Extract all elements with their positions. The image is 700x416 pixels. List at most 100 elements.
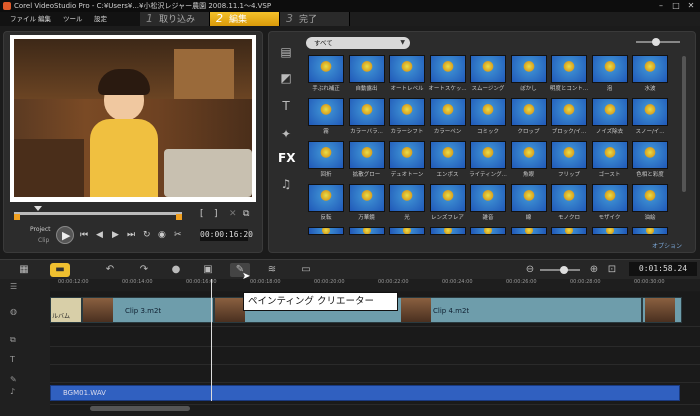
overlay-track-icon[interactable]: ⧉	[10, 335, 16, 345]
graphic-icon[interactable]: ✦	[278, 127, 294, 141]
filter-thumbnail[interactable]: 光	[389, 184, 425, 222]
audio-library-icon[interactable]: ♫	[278, 177, 294, 191]
filter-thumbnail[interactable]: 拡散グロー	[348, 141, 385, 179]
filter-thumbnail[interactable]: 明度とコント...	[550, 55, 588, 93]
filter-thumbnail[interactable]: デュオトーン	[389, 141, 425, 179]
video-preview[interactable]	[14, 39, 252, 197]
step-edit[interactable]: 2 編集	[210, 12, 280, 26]
home-icon[interactable]: ⏮	[80, 230, 88, 240]
filter-thumbnail[interactable]: レンズフレア	[429, 184, 466, 222]
preview-timecode[interactable]: 00:00:16:20	[200, 229, 253, 241]
filter-thumbnail[interactable]: 自動露出	[348, 55, 385, 93]
mark-out-icon[interactable]: ]	[214, 209, 218, 219]
options-link[interactable]: オプション	[652, 241, 682, 250]
filter-thumbnail[interactable]: 水波	[632, 55, 668, 93]
trim-start-handle[interactable]	[14, 214, 20, 220]
redo-icon[interactable]: ↷	[134, 263, 154, 277]
voice-track-icon[interactable]: ✎	[10, 375, 17, 384]
clip-mode-label[interactable]: Clip	[38, 237, 49, 244]
cut-icon[interactable]: ✕	[229, 209, 237, 219]
fit-project-icon[interactable]: ⊡	[602, 263, 622, 277]
filter-thumbnail[interactable]: ブロック/イ...	[551, 98, 587, 136]
zoom-in-icon[interactable]: ⊕	[584, 263, 604, 277]
filter-thumbnail[interactable]: 回折	[308, 141, 344, 179]
trim-end-handle[interactable]	[176, 214, 182, 220]
repeat-icon[interactable]: ↻	[143, 230, 151, 240]
filter-thumbnail[interactable]: カラーペン	[429, 98, 466, 136]
video-track-icon[interactable]: ◍	[10, 307, 17, 316]
fx-filter-icon[interactable]: FX	[278, 151, 295, 165]
filter-thumbnail[interactable]: カラーシフト	[389, 98, 425, 136]
media-icon[interactable]: ▤	[278, 45, 294, 59]
timeline-ruler[interactable]: 00:00:12:00 00:00:14:00 00:00:16:00 00:00:1…	[50, 279, 700, 291]
project-mode-label[interactable]: Project	[30, 226, 51, 233]
filter-thumbnail[interactable]: ライティング...	[469, 141, 507, 179]
maximize-button[interactable]: □	[669, 1, 683, 11]
split-clip-icon[interactable]: ✂	[174, 230, 182, 240]
filter-thumbnail[interactable]: 色相と彩度	[632, 141, 668, 179]
filter-thumbnail[interactable]: カラーバラ...	[348, 98, 385, 136]
menu-file[interactable]: ファイル	[10, 12, 36, 26]
menu-tools[interactable]: ツール	[63, 12, 83, 26]
audio-mixer-icon[interactable]: ≋	[262, 263, 282, 277]
mark-in-marker[interactable]	[34, 206, 42, 211]
filter-thumbnail[interactable]: 万華鏡	[348, 184, 385, 222]
enlarge-icon[interactable]: ⧉	[243, 209, 249, 219]
track-list-icon[interactable]: ☰	[10, 282, 17, 291]
volume-icon[interactable]: ◉	[158, 230, 166, 240]
thumbnail-size-slider[interactable]	[636, 38, 680, 46]
library-filter-select[interactable]: すべて ▼	[306, 37, 410, 49]
play-button[interactable]: ▶	[56, 226, 74, 244]
filter-thumbnail[interactable]: ゴースト	[591, 141, 628, 179]
filter-thumbnail[interactable]: 線	[510, 184, 547, 222]
track-manager-icon[interactable]: ▭	[296, 263, 316, 277]
filter-thumbnail[interactable]: 油絵	[632, 184, 668, 222]
close-button[interactable]: ✕	[684, 1, 698, 11]
filter-thumbnail[interactable]: 霧	[308, 98, 344, 136]
zoom-out-icon[interactable]: ⊖	[520, 263, 540, 277]
end-icon[interactable]: ⏭	[127, 230, 135, 240]
filter-thumbnail[interactable]: コミック	[470, 98, 506, 136]
playhead[interactable]	[211, 279, 212, 401]
filter-thumbnail[interactable]: エンボス	[429, 141, 466, 179]
previous-frame-icon[interactable]: ◀	[96, 230, 103, 240]
step-share[interactable]: 3 完了	[280, 12, 350, 26]
storyboard-view-icon[interactable]: ▦	[14, 263, 34, 277]
slider-knob[interactable]	[652, 38, 660, 46]
filter-thumbnail[interactable]: ぼかし	[510, 55, 547, 93]
filter-thumbnail[interactable]: 泡	[591, 55, 628, 93]
filter-thumbnail[interactable]: スムージング	[470, 55, 506, 93]
slider-knob[interactable]	[560, 266, 568, 274]
timeline-zoom-slider[interactable]	[540, 266, 580, 274]
undo-icon[interactable]: ↶	[100, 263, 120, 277]
title-track-icon[interactable]: T	[10, 355, 15, 364]
music-track-icon[interactable]: ♪	[10, 387, 15, 396]
record-capture-icon[interactable]: ●	[166, 263, 186, 277]
video-clip[interactable]: Clip 3.m2t	[82, 297, 214, 323]
timeline-scrollbar[interactable]	[90, 406, 190, 411]
mark-in-icon[interactable]: [	[200, 209, 204, 219]
filter-thumbnail[interactable]: スノー/イ...	[632, 98, 668, 136]
scrub-bar[interactable]	[14, 212, 182, 215]
filter-thumbnail[interactable]: クロップ	[510, 98, 547, 136]
title-icon[interactable]: T	[278, 99, 294, 113]
menu-settings[interactable]: 設定	[94, 12, 107, 26]
filter-thumbnail[interactable]: ノイズ除去	[591, 98, 628, 136]
library-scrollbar[interactable]	[682, 56, 686, 192]
video-clip[interactable]: ルバム	[50, 297, 82, 323]
menu-edit[interactable]: 編集	[38, 12, 51, 26]
filter-thumbnail[interactable]: 魚眼	[510, 141, 547, 179]
filter-thumbnail[interactable]: 手ぶれ補正	[308, 55, 344, 93]
filter-thumbnail[interactable]: オートスケッ...	[428, 55, 467, 93]
filter-thumbnail[interactable]: モノクロ	[551, 184, 587, 222]
filter-thumbnail[interactable]: フリップ	[551, 141, 587, 179]
transition-icon[interactable]: ◩	[278, 71, 294, 85]
filter-thumbnail[interactable]: 反転	[308, 184, 344, 222]
next-frame-icon[interactable]: ▶	[112, 230, 119, 240]
filter-thumbnail[interactable]: オートレベル	[389, 55, 425, 93]
timeline-view-icon[interactable]: ▬	[50, 263, 70, 277]
step-capture[interactable]: 1 取り込み	[140, 12, 210, 26]
filter-thumbnail[interactable]: モザイク	[591, 184, 628, 222]
minimize-button[interactable]: –	[654, 1, 668, 11]
audio-clip[interactable]: BGM01.WAV	[50, 385, 680, 401]
